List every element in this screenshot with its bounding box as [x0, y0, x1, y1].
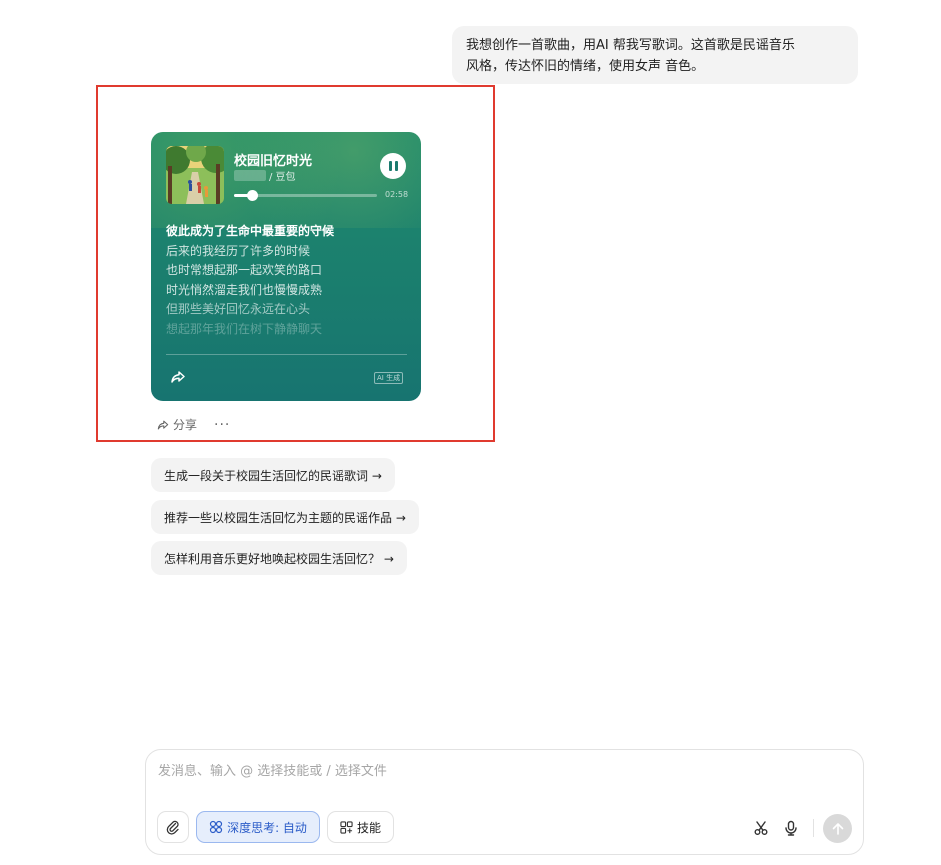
deep-think-button[interactable]: 深度思考: 自动	[196, 811, 320, 843]
deep-think-label: 深度思考: 自动	[227, 820, 307, 835]
grid-icon	[340, 820, 353, 834]
message-composer: 深度思考: 自动 技能	[145, 749, 864, 855]
lyric-line: 但那些美好回忆永远在心头	[166, 302, 311, 317]
album-cover-art	[166, 146, 224, 204]
lyric-line: 后来的我经历了许多的时候	[166, 243, 311, 258]
song-title: 校园旧忆时光	[234, 154, 313, 169]
user-message-line-2: 风格，传达怀旧的情绪，使用女声 音色。	[466, 59, 705, 74]
user-message-bubble: 我想创作一首歌曲，用AI 帮我写歌词。这首歌是民谣音乐 风格，传达怀旧的情绪，使…	[452, 26, 858, 84]
ai-generated-badge: AI 生成	[374, 372, 404, 384]
scissors-icon[interactable]	[753, 820, 769, 836]
microphone-icon[interactable]	[783, 820, 799, 836]
attach-button[interactable]	[157, 811, 189, 843]
artist-suffix: / 豆包	[269, 172, 296, 183]
atom-icon	[209, 820, 223, 834]
share-button[interactable]: 分享	[156, 416, 197, 433]
lyric-line: 时光悄然溜走我们也慢慢成熟	[166, 282, 323, 297]
message-input[interactable]	[158, 764, 848, 779]
card-divider	[166, 354, 407, 355]
message-actions: 分享 ···	[156, 416, 230, 433]
paperclip-icon	[166, 820, 179, 835]
share-label: 分享	[173, 418, 198, 432]
skills-label: 技能	[356, 820, 381, 835]
suggestion-item[interactable]: 怎样利用音乐更好地唤起校园生活回忆？ →	[151, 541, 407, 575]
send-button[interactable]	[823, 814, 852, 843]
music-card[interactable]: 校园旧忆时光 / 豆包 02:58 彼此成为了生命中最重要的守候 后来的我经历了…	[151, 132, 421, 401]
pause-button[interactable]	[380, 153, 406, 179]
share-icon	[157, 420, 169, 429]
suggestion-item[interactable]: 推荐一些以校园生活回忆为主题的民谣作品 →	[151, 500, 419, 534]
more-options-button[interactable]: ···	[214, 417, 230, 433]
song-artist: / 豆包	[234, 168, 296, 183]
arrow-up-icon	[832, 822, 843, 835]
pause-icon-bar-left	[388, 161, 392, 171]
playback-progress-bar[interactable]	[234, 190, 377, 201]
composer-separator	[813, 819, 814, 837]
lyric-line-current: 彼此成为了生命中最重要的守候	[166, 224, 335, 238]
progress-knob[interactable]	[247, 190, 259, 201]
user-message-line-1: 我想创作一首歌曲，用AI 帮我写歌词。这首歌是民谣音乐	[466, 38, 795, 53]
artist-name-redacted	[234, 170, 266, 181]
pause-icon-bar-right	[394, 161, 398, 171]
lyric-line: 也时常想起那一起欢笑的路口	[166, 263, 323, 278]
album-cover	[166, 146, 224, 204]
skills-button[interactable]: 技能	[327, 811, 394, 843]
track-duration: 02:58	[385, 190, 409, 199]
lyric-line: 想起那年我们在树下静静聊天	[166, 321, 323, 336]
suggestion-item[interactable]: 生成一段关于校园生活回忆的民谣歌词 →	[151, 458, 395, 492]
card-share-icon[interactable]	[169, 368, 187, 386]
lyrics-panel: 彼此成为了生命中最重要的守候 后来的我经历了许多的时候 也时常想起那一起欢笑的路…	[166, 222, 406, 340]
